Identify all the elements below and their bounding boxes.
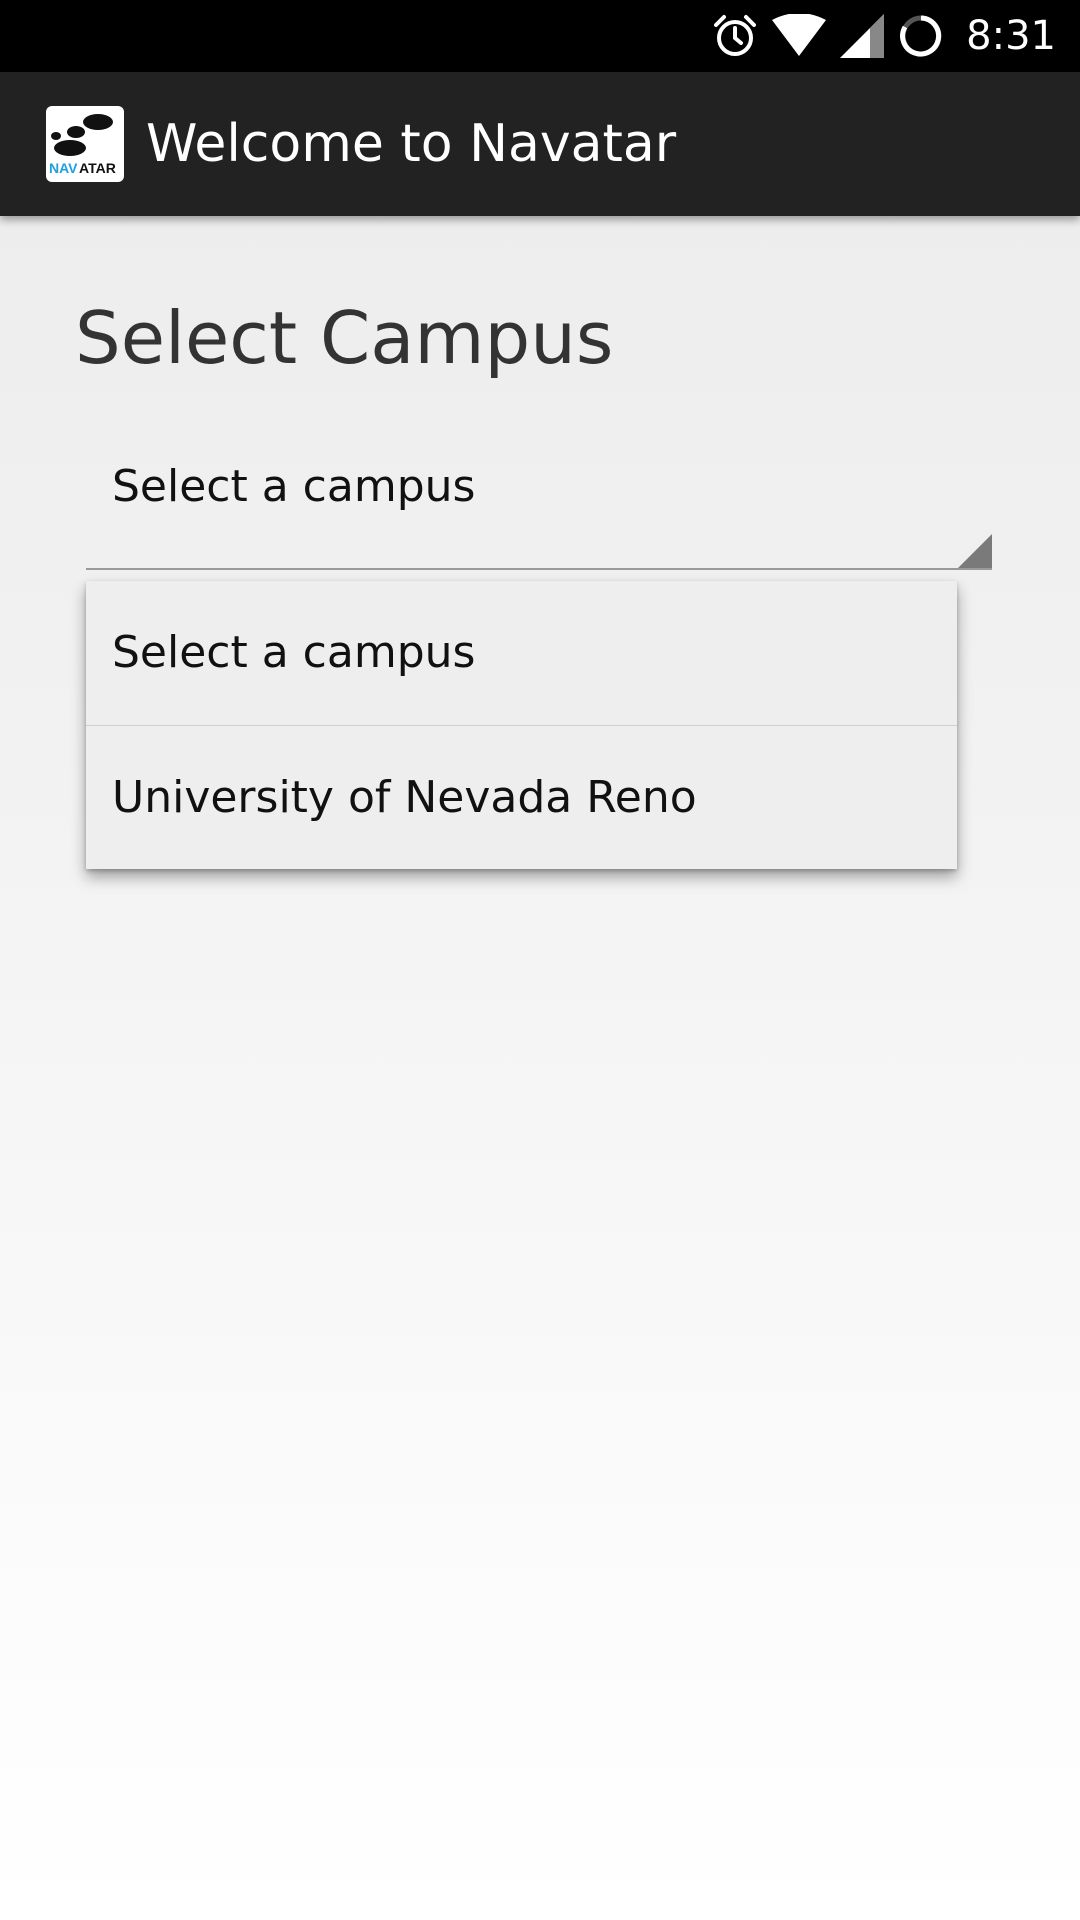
spinner-selected-value: Select a campus bbox=[112, 461, 476, 512]
dropdown-arrow-icon bbox=[958, 534, 992, 568]
dropdown-option-label: University of Nevada Reno bbox=[112, 772, 697, 823]
status-time: 8:31 bbox=[966, 13, 1056, 59]
svg-text:ATAR: ATAR bbox=[79, 160, 116, 176]
cell-signal-icon bbox=[840, 14, 885, 58]
page-title: Select Campus bbox=[75, 296, 614, 380]
dropdown-option-label: Select a campus bbox=[112, 627, 476, 678]
campus-dropdown-list: Select a campus University of Nevada Ren… bbox=[86, 581, 957, 869]
campus-spinner[interactable]: Select a campus bbox=[86, 440, 992, 570]
svg-text:NAV: NAV bbox=[49, 160, 78, 176]
alarm-icon bbox=[712, 13, 758, 59]
app-bar: NAV ATAR Welcome to Navatar bbox=[0, 72, 1080, 216]
app-title: Welcome to Navatar bbox=[146, 114, 677, 174]
status-icons: 8:31 bbox=[712, 0, 1056, 72]
dropdown-option-university-of-nevada-reno[interactable]: University of Nevada Reno bbox=[86, 725, 957, 870]
navatar-logo: NAV ATAR bbox=[46, 106, 124, 182]
wifi-icon bbox=[772, 14, 827, 58]
sync-icon bbox=[898, 13, 944, 59]
dropdown-option-select-a-campus[interactable]: Select a campus bbox=[86, 581, 957, 725]
status-bar: 8:31 bbox=[0, 0, 1080, 72]
